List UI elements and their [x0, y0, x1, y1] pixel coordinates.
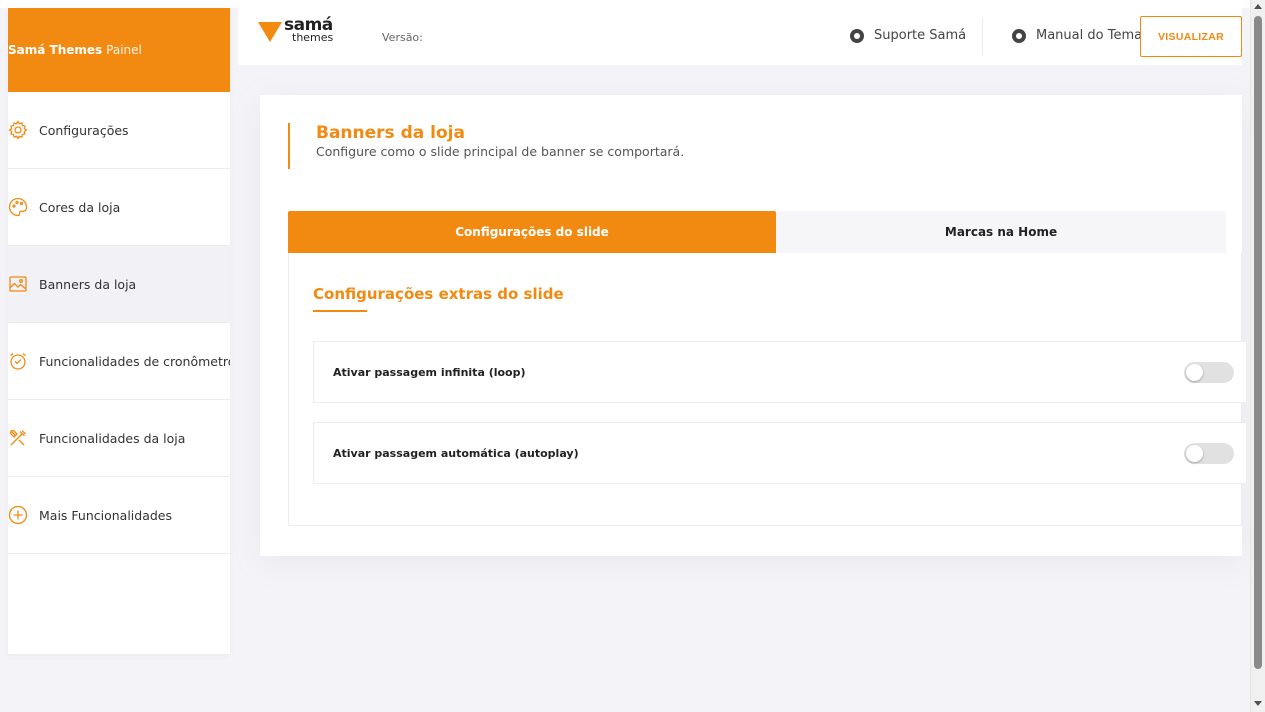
sidebar-item-funcionalidades-loja[interactable]: Funcionalidades da loja [8, 400, 230, 477]
sidebar-item-label: Mais Funcionalidades [39, 507, 173, 523]
sidebar-item-label: Cores da loja [39, 199, 121, 215]
image-icon [8, 274, 28, 294]
support-link[interactable]: Suporte Samá [850, 28, 966, 43]
scroll-down-arrow-icon[interactable] [1254, 701, 1262, 706]
top-header: samá themes Versão: Suporte Samá Manual … [238, 8, 1242, 65]
sama-themes-logo[interactable]: samá themes [258, 16, 334, 45]
subtitle-underline [313, 310, 367, 312]
sidebar-item-mais-funcionalidades[interactable]: Mais Funcionalidades [8, 477, 230, 554]
logo-line2: themes [292, 31, 334, 45]
theme-manual-link[interactable]: Manual do Tema [1012, 28, 1142, 43]
sidebar-brand[interactable]: Samá Themes Painel [8, 8, 230, 92]
tab-marcas-home[interactable]: Marcas na Home [776, 211, 1226, 253]
banners-card: Banners da loja Configure como o slide p… [260, 95, 1247, 556]
lifebuoy-icon [1012, 28, 1026, 43]
section-subtitle: Configurações extras do slide [313, 285, 564, 303]
option-row-loop: Ativar passagem infinita (loop) [313, 341, 1247, 403]
page-subtitle: Configure como o slide principal de bann… [316, 144, 685, 159]
sidebar-item-configuracoes[interactable]: Configurações [8, 92, 230, 169]
gear-icon [8, 120, 28, 140]
palette-icon [8, 197, 28, 217]
sidebar: Samá Themes Painel Configurações Cores d… [8, 8, 230, 654]
sidebar-item-cronometros[interactable]: Funcionalidades de cronômetros [8, 323, 230, 400]
logo-mark-icon [258, 22, 282, 42]
lifebuoy-icon [850, 28, 864, 43]
loop-toggle[interactable] [1184, 362, 1234, 383]
toggle-knob [1186, 364, 1203, 381]
brand-panel-label: Painel [106, 43, 142, 57]
tools-icon [8, 428, 28, 448]
support-link-label: Suporte Samá [874, 28, 967, 43]
sidebar-item-label: Banners da loja [39, 276, 137, 292]
header-divider [982, 18, 983, 55]
section-header: Banners da loja Configure como o slide p… [288, 123, 684, 169]
tab-configuracoes-slide[interactable]: Configurações do slide [288, 211, 776, 253]
sidebar-item-banners[interactable]: Banners da loja [8, 246, 230, 323]
scroll-up-arrow-icon[interactable] [1254, 4, 1262, 9]
plus-circle-icon [8, 505, 28, 525]
alarm-clock-icon [8, 351, 28, 371]
scrollbar-thumb[interactable] [1254, 16, 1262, 669]
top-strip [0, 0, 1250, 8]
sidebar-item-label: Funcionalidades de cronômetros [39, 353, 230, 369]
brand-name: Samá Themes [8, 43, 103, 57]
tab-panel: Configurações extras do slide Ativar pas… [288, 253, 1247, 526]
version-label: Versão: [382, 31, 423, 44]
tab-bar: Configurações do slide Marcas na Home [288, 211, 1226, 253]
theme-manual-label: Manual do Tema [1036, 28, 1143, 43]
option-label: Ativar passagem automática (autoplay) [333, 446, 579, 460]
sidebar-item-label: Configurações [39, 122, 129, 138]
visualizar-button[interactable]: VISUALIZAR [1140, 16, 1242, 57]
sidebar-item-cores[interactable]: Cores da loja [8, 169, 230, 246]
toggle-knob [1186, 445, 1203, 462]
vertical-scrollbar[interactable] [1250, 0, 1265, 712]
option-label: Ativar passagem infinita (loop) [333, 365, 526, 379]
option-row-autoplay: Ativar passagem automática (autoplay) [313, 422, 1247, 484]
page-title: Banners da loja [316, 123, 465, 143]
sidebar-item-label: Funcionalidades da loja [39, 430, 186, 446]
autoplay-toggle[interactable] [1184, 443, 1234, 464]
